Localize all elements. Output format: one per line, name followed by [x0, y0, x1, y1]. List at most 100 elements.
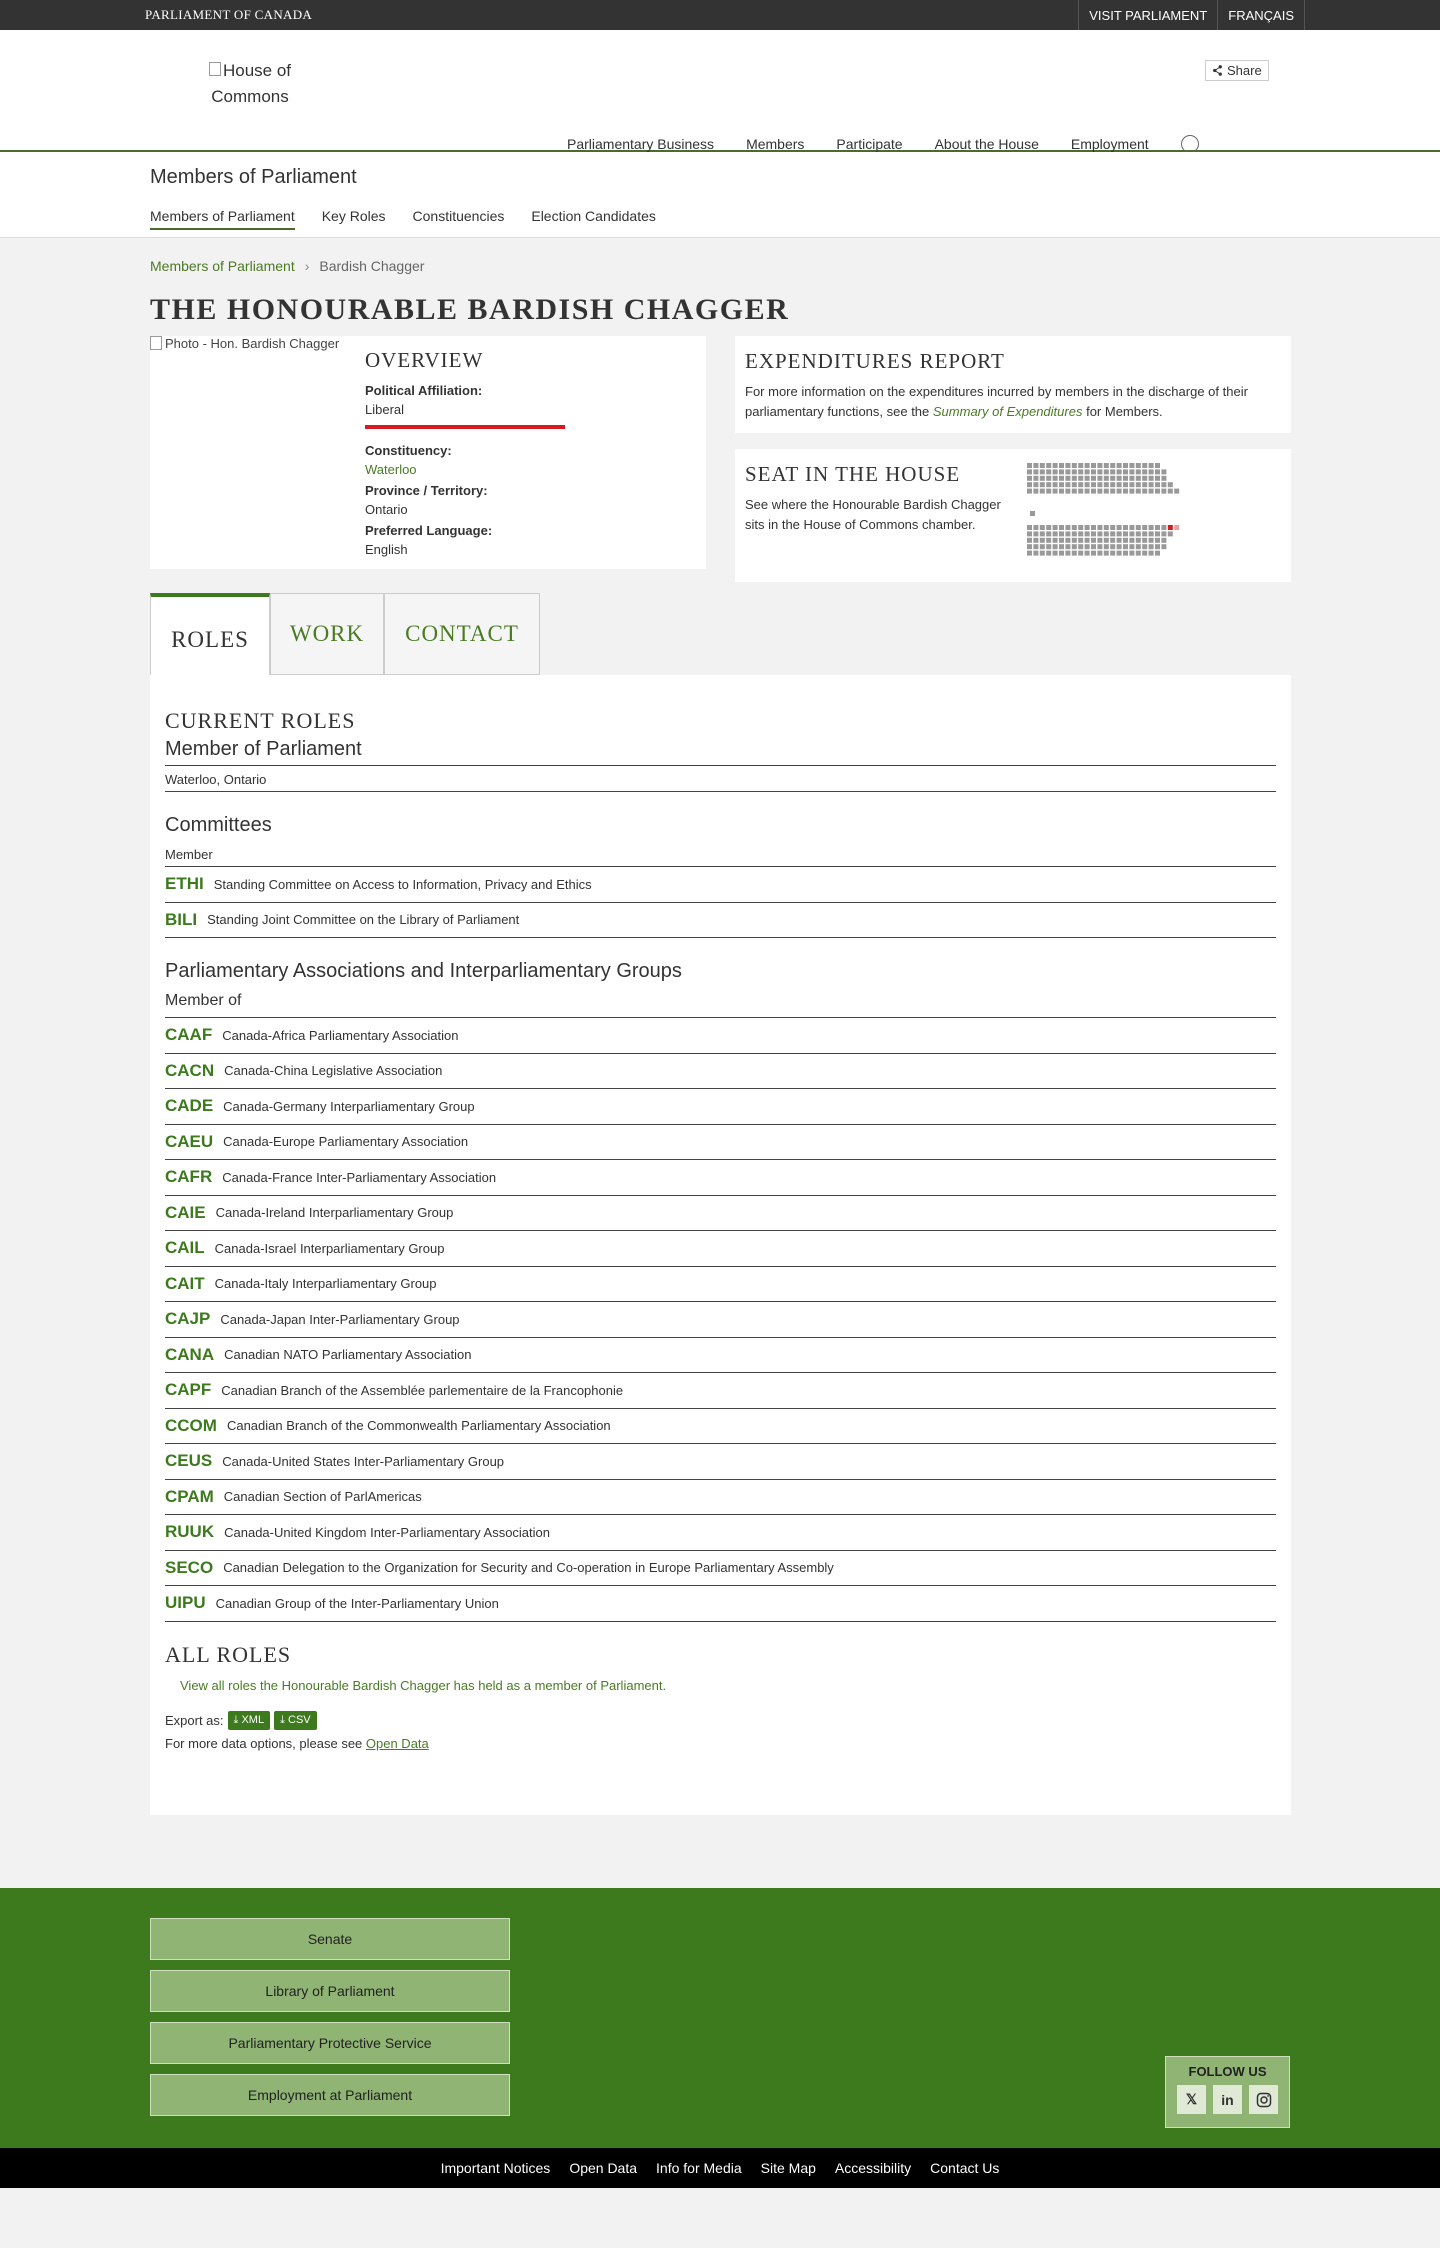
export-csv-button[interactable]: ⤓ CSV: [274, 1710, 317, 1730]
linkedin-icon[interactable]: in: [1213, 2085, 1242, 2114]
seat: [1129, 531, 1135, 537]
seat: [1142, 537, 1148, 543]
association-row-name[interactable]: Canada-Africa Parliamentary Association: [222, 1028, 458, 1043]
footer-protective-service-link[interactable]: Parliamentary Protective Service: [150, 2022, 510, 2064]
association-row: CAFR Canada-France Inter-Parliamentary As…: [165, 1160, 1276, 1196]
open-data-link[interactable]: Open Data: [366, 1736, 429, 1751]
association-row-name[interactable]: Canada-Europe Parliamentary Association: [223, 1134, 468, 1149]
view-all-roles-link[interactable]: View all roles the Honourable Bardish Ch…: [180, 1678, 1276, 1693]
seat-map[interactable]: [1027, 463, 1257, 573]
seat: [1091, 475, 1096, 481]
committee-row-abbr[interactable]: ETHI: [165, 874, 204, 894]
export-xml-button[interactable]: ⤓ XML: [227, 1710, 271, 1730]
association-row-abbr[interactable]: CAFR: [165, 1167, 212, 1187]
association-row-abbr[interactable]: UIPU: [165, 1593, 206, 1613]
site-map-link[interactable]: Site Map: [761, 2160, 816, 2176]
seat: [1142, 531, 1148, 537]
seat: [1142, 463, 1148, 468]
association-row-abbr[interactable]: SECO: [165, 1558, 213, 1578]
association-row-abbr[interactable]: CAIL: [165, 1238, 205, 1258]
association-row-abbr[interactable]: RUUK: [165, 1522, 214, 1542]
committee-row-name[interactable]: Standing Committee on Access to Informat…: [214, 877, 592, 892]
important-notices-link[interactable]: Important Notices: [441, 2160, 551, 2176]
open-data-footer-link[interactable]: Open Data: [569, 2160, 637, 2176]
language-label: Preferred Language:: [365, 523, 493, 538]
association-row-name[interactable]: Canada-France Inter-Parliamentary Associ…: [222, 1170, 496, 1185]
association-row-abbr[interactable]: CCOM: [165, 1416, 217, 1436]
seat: [1071, 550, 1077, 556]
footer-senate-link[interactable]: Senate: [150, 1918, 510, 1960]
subnav-key-roles[interactable]: Key Roles: [322, 208, 386, 230]
seat: [1084, 469, 1090, 475]
constituency-link[interactable]: Waterloo: [365, 462, 417, 477]
breadcrumb-members-link[interactable]: Members of Parliament: [150, 258, 295, 274]
seat: [1129, 537, 1135, 543]
association-row-abbr[interactable]: CEUS: [165, 1451, 212, 1471]
association-row-abbr[interactable]: CACN: [165, 1061, 214, 1081]
house-of-commons-logo[interactable]: House of Commons: [180, 58, 320, 110]
summary-of-expenditures-link[interactable]: Summary of Expenditures: [933, 404, 1083, 419]
association-row-abbr[interactable]: CAJP: [165, 1309, 210, 1329]
association-row-name[interactable]: Canada-China Legislative Association: [224, 1063, 442, 1078]
association-row-name[interactable]: Canada-Germany Interparliamentary Group: [223, 1099, 474, 1114]
seat: [1033, 537, 1039, 543]
association-row-name[interactable]: Canada-Italy Interparliamentary Group: [215, 1276, 437, 1291]
nav-employment[interactable]: Employment: [1071, 136, 1149, 152]
association-row-name[interactable]: Canada-Israel Interparliamentary Group: [215, 1241, 445, 1256]
association-row-name[interactable]: Canadian Branch of the Assemblée parleme…: [221, 1383, 623, 1398]
footer-links: Senate Library of Parliament Parliamenta…: [150, 1918, 510, 2116]
committee-row-abbr[interactable]: BILI: [165, 910, 197, 930]
nav-participate[interactable]: Participate: [836, 136, 902, 152]
seat: [1155, 525, 1160, 530]
seat: [1052, 488, 1058, 494]
association-row-name[interactable]: Canadian Section of ParlAmericas: [224, 1489, 422, 1504]
association-row-name[interactable]: Canada-Ireland Interparliamentary Group: [216, 1205, 454, 1220]
footer-employment-link[interactable]: Employment at Parliament: [150, 2074, 510, 2116]
association-row-name[interactable]: Canadian Group of the Inter-Parliamentar…: [216, 1596, 499, 1611]
language-toggle[interactable]: FRANÇAIS: [1217, 0, 1305, 30]
nav-members[interactable]: Members: [746, 136, 804, 152]
association-row-abbr[interactable]: CAPF: [165, 1380, 211, 1400]
seat: [1161, 469, 1167, 475]
page-title: THE HONOURABLE BARDISH CHAGGER: [150, 293, 790, 326]
x-icon[interactable]: 𝕏: [1177, 2085, 1206, 2114]
share-button[interactable]: Share: [1205, 60, 1269, 81]
footer-library-link[interactable]: Library of Parliament: [150, 1970, 510, 2012]
association-row-name[interactable]: Canadian Branch of the Commonwealth Parl…: [227, 1418, 611, 1433]
association-row-abbr[interactable]: CAEU: [165, 1132, 213, 1152]
subnav-election-candidates[interactable]: Election Candidates: [531, 208, 656, 230]
tab-roles[interactable]: ROLES: [150, 593, 270, 677]
visit-parliament-link[interactable]: VISIT PARLIAMENT: [1078, 0, 1217, 30]
seat: [1027, 525, 1032, 530]
accessibility-link[interactable]: Accessibility: [835, 2160, 911, 2176]
association-row-abbr[interactable]: CAAF: [165, 1025, 212, 1045]
nav-about-the-house[interactable]: About the House: [935, 136, 1039, 152]
tab-contact[interactable]: CONTACT: [384, 593, 540, 675]
subnav-members-of-parliament[interactable]: Members of Parliament: [150, 208, 295, 230]
association-row-abbr[interactable]: CPAM: [165, 1487, 214, 1507]
parliament-brand[interactable]: PARLIAMENT OF CANADA: [145, 7, 312, 23]
subnav-constituencies[interactable]: Constituencies: [413, 208, 505, 230]
nav-parliamentary-business[interactable]: Parliamentary Business: [567, 136, 714, 152]
association-row-name[interactable]: Canada-Japan Inter-Parliamentary Group: [220, 1312, 459, 1327]
association-row-abbr[interactable]: CANA: [165, 1345, 214, 1365]
contact-us-link[interactable]: Contact Us: [930, 2160, 999, 2176]
association-row-abbr[interactable]: CADE: [165, 1096, 213, 1116]
info-for-media-link[interactable]: Info for Media: [656, 2160, 742, 2176]
committee-row-name[interactable]: Standing Joint Committee on the Library …: [207, 912, 519, 927]
seat: [1078, 525, 1084, 530]
associations-member-of-label: Member of: [165, 992, 1276, 1018]
seat: [1065, 537, 1071, 543]
association-row-name[interactable]: Canada-United Kingdom Inter-Parliamentar…: [224, 1525, 550, 1540]
search-icon[interactable]: [1180, 135, 1199, 153]
association-row-abbr[interactable]: CAIT: [165, 1274, 205, 1294]
seat: [1129, 482, 1135, 488]
instagram-icon[interactable]: [1249, 2085, 1278, 2114]
association-row-name[interactable]: Canadian Delegation to the Organization …: [223, 1560, 834, 1575]
tab-work[interactable]: WORK: [270, 593, 384, 675]
association-row: RUUK Canada-United Kingdom Inter-Parliame…: [165, 1515, 1276, 1551]
seat: [1135, 537, 1141, 543]
association-row-name[interactable]: Canada-United States Inter-Parliamentary…: [222, 1454, 504, 1469]
association-row-abbr[interactable]: CAIE: [165, 1203, 206, 1223]
association-row-name[interactable]: Canadian NATO Parliamentary Association: [224, 1347, 471, 1362]
